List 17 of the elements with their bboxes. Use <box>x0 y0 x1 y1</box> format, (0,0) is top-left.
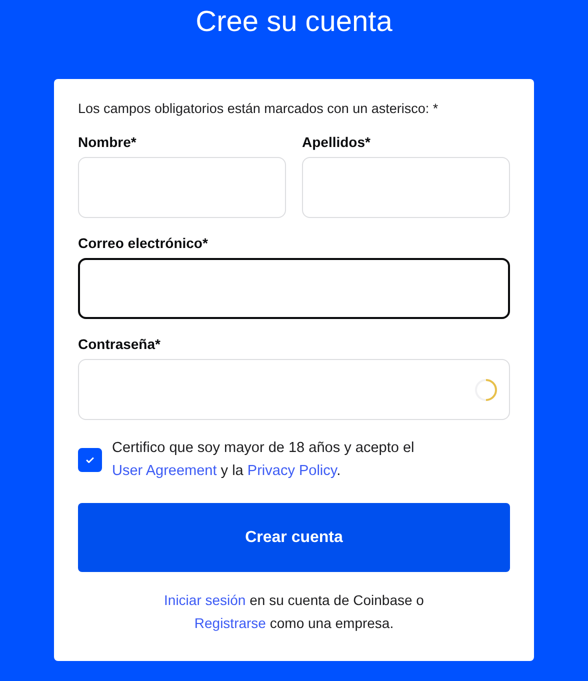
checkbox[interactable] <box>78 448 102 472</box>
field-label: Nombre* <box>78 134 136 150</box>
required-note: Los campos obligatorios están marcados con un asterisco: * <box>78 101 440 117</box>
footer-text: Registrarse como una empresa. <box>193 614 395 633</box>
consent-text: Certifico que soy mayor de 18 años y acepto el User Agreement y la Privacy Policy. <box>112 439 416 481</box>
footer-link[interactable]: Registrarse <box>194 615 266 631</box>
create-account-button[interactable]: Crear cuenta <box>78 503 510 572</box>
input-field[interactable] <box>78 258 510 319</box>
footer-link[interactable]: Iniciar sesión <box>164 592 246 608</box>
policy-link[interactable]: Privacy Policy <box>247 463 337 479</box>
field-label: Apellidos* <box>302 134 370 150</box>
check-icon <box>86 457 94 463</box>
page-title: Cree su cuenta <box>196 5 392 40</box>
footer-text: Iniciar sesión en su cuenta de Coinbase o <box>163 591 425 610</box>
policy-link[interactable]: User Agreement <box>112 463 217 479</box>
field-label: Contraseña* <box>78 336 160 352</box>
field-label: Correo electrónico* <box>78 235 208 251</box>
